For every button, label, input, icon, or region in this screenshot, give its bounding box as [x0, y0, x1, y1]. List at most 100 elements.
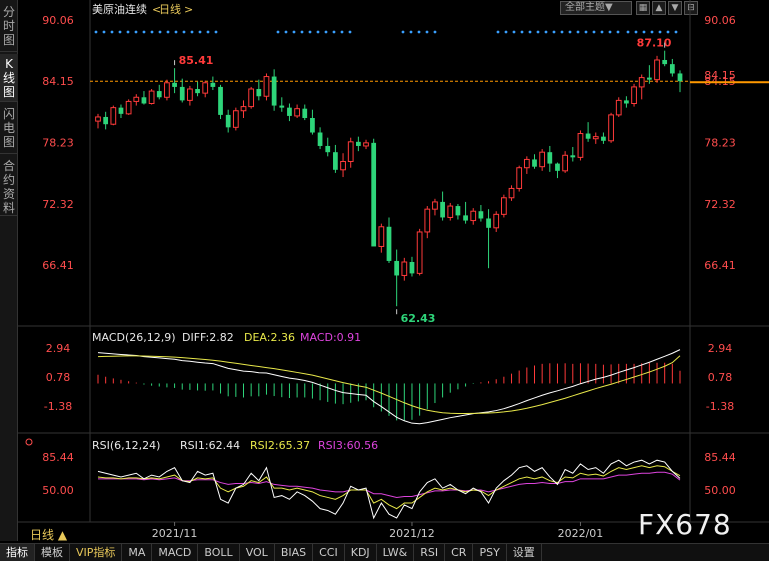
candle-body: [493, 213, 500, 229]
tab-bias[interactable]: BIAS: [275, 544, 314, 561]
rsi-label: RSI(6,12,24): [92, 439, 160, 452]
candle-body: [646, 77, 652, 80]
signal-dot: [300, 30, 304, 34]
signal-dot: [600, 30, 604, 34]
tab-ma[interactable]: MA: [122, 544, 153, 561]
signal-dot: [340, 30, 344, 34]
tab-rsi[interactable]: RSI: [414, 544, 446, 561]
macd-tick-left: -1.38: [44, 400, 72, 413]
candle-body: [624, 100, 629, 104]
tab-vip-indicators[interactable]: VIP指标: [70, 544, 123, 561]
candle-body: [432, 201, 438, 210]
tab-intraday[interactable]: 分时图: [0, 2, 18, 52]
date-axis: 2021/11 2021/12 2022/01: [152, 522, 604, 540]
candle-body: [210, 82, 216, 87]
candle-body: [539, 151, 546, 168]
macd-dea-value: DEA:2.36: [244, 331, 295, 344]
candle-body: [555, 163, 560, 171]
period-right-bracket[interactable]: >: [184, 3, 193, 16]
candle-body: [279, 105, 285, 108]
signal-dot: [276, 30, 280, 34]
extreme-marks: 85.41 62.43 87.10: [174, 37, 672, 325]
tab-vol[interactable]: VOL: [240, 544, 275, 561]
signal-dot: [292, 30, 296, 34]
chart-canvas[interactable]: 美原油连续 < 日线 > 90.06 90.0684.15 84.1578.23 78…: [18, 0, 769, 541]
candle-body: [508, 187, 515, 199]
rsi1-line: [97, 459, 681, 520]
price-tick-left: 72.32: [42, 198, 74, 211]
candle-body: [225, 114, 231, 128]
price-tick-left: 66.41: [42, 259, 74, 272]
price-tick-right: 66.41: [704, 259, 736, 272]
tab-kdj[interactable]: KDJ: [345, 544, 377, 561]
signal-dot: [417, 30, 421, 34]
signal-dot: [626, 30, 630, 34]
candle-body: [478, 211, 484, 219]
candle-body: [325, 145, 331, 153]
candle-body: [287, 107, 292, 116]
signal-dot: [650, 30, 654, 34]
tab-cci[interactable]: CCI: [313, 544, 345, 561]
signal-dot: [634, 30, 638, 34]
rsi-tick-left: 50.00: [42, 484, 74, 497]
period-selector[interactable]: 日线 ▲: [30, 526, 67, 543]
signal-dot: [552, 30, 556, 34]
candle-body: [302, 108, 308, 118]
date-tick: 2022/01: [558, 527, 604, 540]
signal-dot: [642, 30, 646, 34]
signal-dot: [576, 30, 580, 34]
candle-body: [164, 82, 170, 98]
tab-psy[interactable]: PSY: [473, 544, 507, 561]
candle-body: [179, 86, 185, 101]
candle-body: [516, 167, 523, 189]
macd-macd-value: MACD:0.91: [300, 331, 361, 344]
signal-dot: [214, 30, 218, 34]
tab-contract-info[interactable]: 合约资料: [0, 156, 18, 216]
tab-macd[interactable]: MACD: [152, 544, 199, 561]
candle-body: [500, 197, 507, 215]
rsi2-value: RSI2:65.37: [250, 439, 310, 452]
rsi-tick-right: 85.44: [704, 451, 736, 464]
candle-body: [631, 86, 637, 104]
candle-body: [416, 231, 423, 274]
candle-body: [333, 152, 338, 170]
tab-lw[interactable]: LW&: [377, 544, 415, 561]
signal-dot: [332, 30, 336, 34]
tab-flash[interactable]: 闪电图: [0, 104, 18, 154]
macd-tick-left: 0.78: [46, 371, 71, 384]
candle-body: [677, 73, 683, 82]
tab-indicators[interactable]: 指标: [0, 544, 35, 561]
tab-cr[interactable]: CR: [445, 544, 474, 561]
tab-kline[interactable]: K线图: [0, 54, 18, 102]
signal-dot: [568, 30, 572, 34]
signal-dot: [308, 30, 312, 34]
candle-body: [118, 107, 124, 114]
signal-dot: [198, 30, 202, 34]
candle-body: [187, 88, 193, 101]
macd-label: MACD(26,12,9): [92, 331, 176, 344]
candle-body: [310, 118, 315, 133]
tab-settings[interactable]: 设置: [507, 544, 542, 561]
signal-dot: [409, 30, 413, 34]
indicator-close-icon[interactable]: [25, 438, 33, 446]
signal-dot: [182, 30, 186, 34]
date-tick: 2021/11: [152, 527, 198, 540]
candle-body: [662, 59, 668, 65]
macd-tick-left: 2.94: [46, 342, 71, 355]
tab-boll[interactable]: BOLL: [198, 544, 240, 561]
candle-body: [110, 107, 117, 125]
signal-dot: [126, 30, 130, 34]
candle-body: [577, 133, 584, 158]
rsi3-value: RSI3:60.56: [318, 439, 378, 452]
candle-body: [463, 215, 468, 221]
candle-body: [532, 159, 537, 167]
candle-body: [371, 142, 377, 247]
candle-body: [218, 86, 223, 115]
candle-body: [486, 218, 491, 228]
candle-body: [615, 99, 622, 116]
tab-templates[interactable]: 模板: [35, 544, 70, 561]
macd-tick-right: 2.94: [708, 342, 733, 355]
candle-body: [386, 226, 392, 261]
signal-dot: [324, 30, 328, 34]
macd-diff-value: DIFF:2.82: [182, 331, 234, 344]
